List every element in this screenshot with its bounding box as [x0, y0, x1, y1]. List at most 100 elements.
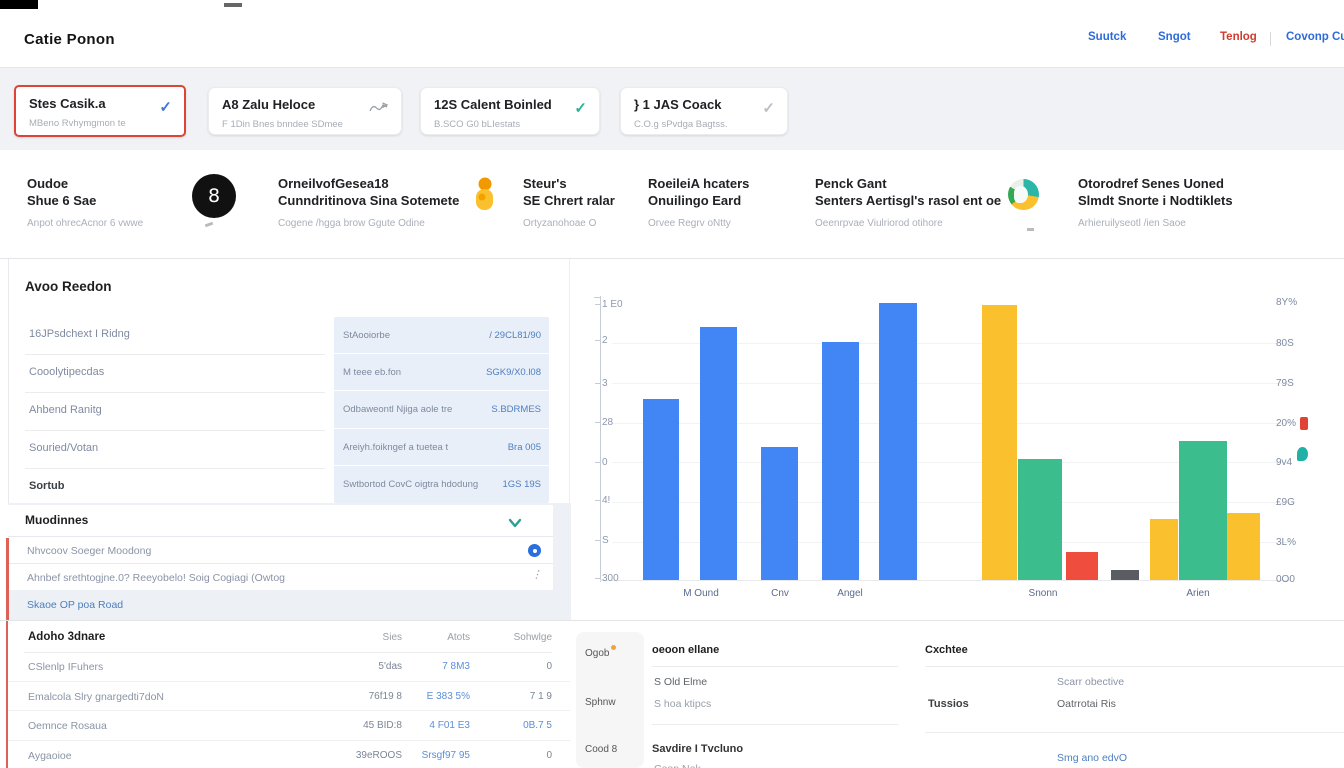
nav-item-1[interactable]: Suutck	[1088, 31, 1126, 43]
rail-label-3[interactable]: Cood 8	[585, 744, 617, 755]
kv-row: StAooiorbe/ 29CL81/90	[334, 317, 549, 354]
stat-card-2[interactable]: A8 Zalu HeloceF 1Din Bnes bnndee SDmee	[208, 87, 402, 135]
features-row: OudoeShue 6 SaeAnpot ohrecAcnor 6 vwweOr…	[0, 150, 1344, 258]
y-tick-mark	[595, 578, 600, 579]
y-axis-arrow	[594, 297, 601, 298]
right-axis-label: 0O0	[1276, 574, 1295, 585]
panel-action-row[interactable]: Ahnbef srethtogjne.0? Reeyobelo! Soig Co…	[8, 563, 553, 590]
right-row-2-label: Tussios	[928, 698, 969, 710]
mid-footer-sub: Ceon Nek	[654, 763, 701, 768]
bottom-mid-rail: Ogob Sphnw Cood 8	[576, 632, 644, 768]
bar-7[interactable]	[1018, 459, 1062, 580]
mid-row-1[interactable]: S Old Elme	[654, 676, 707, 688]
table-row[interactable]: Oemnce Rosaua45 BID:84 F01 E30B.7 5	[8, 711, 570, 741]
row-name: Aygaoioe	[28, 750, 72, 762]
footer-link-row[interactable]: Skaoe OP poa Road	[8, 591, 553, 620]
bar-9[interactable]	[1111, 570, 1139, 580]
row-atots: 4 F01 E3	[408, 720, 470, 731]
squiggle-icon	[369, 101, 389, 120]
mid-row-2[interactable]: S hoa ktipcs	[654, 698, 711, 710]
bar-3[interactable]	[761, 447, 798, 580]
col-sies[interactable]: Sies	[338, 632, 402, 643]
stat-card-4[interactable]: } 1 JAS CoackC.O.g sPvdga Bagtss.✓	[620, 87, 788, 135]
kv-value: 1GS 19S	[502, 479, 541, 490]
bar-1[interactable]	[643, 399, 679, 580]
row-atots: E 383 5%	[408, 691, 470, 702]
row-name: CSlenlp IFuhers	[28, 661, 103, 673]
kv-label: M teee eb.fon	[343, 367, 401, 378]
black-circle-8-icon: 8	[192, 174, 236, 218]
stat-card-subtitle: B.SCO G0 bLIestats	[434, 119, 520, 130]
kebab-icon[interactable]: ⋮	[530, 567, 544, 583]
stat-card-title: 12S Calent Boinled	[434, 97, 552, 112]
stat-card-title: Stes Casik.a	[29, 96, 106, 111]
y-tick-mark	[595, 500, 600, 501]
table-rows: CSlenlp IFuhers5'das7 8M30Emalcola Slry …	[8, 652, 570, 768]
right-axis-label: 79S	[1276, 378, 1294, 389]
table-row[interactable]: CSlenlp IFuhers5'das7 8M30	[8, 652, 570, 682]
stat-card-1[interactable]: Stes Casik.aMBeno Rvhymgmon te✓	[14, 85, 186, 137]
bar-8[interactable]	[1066, 552, 1098, 580]
y-tick-label: 2	[602, 335, 608, 346]
bar-11[interactable]	[1179, 441, 1227, 580]
kv-value: SGK9/X0.l08	[486, 367, 541, 378]
table-row[interactable]: Emalcola Slry gnargedti7doN76f19 8E 383 …	[8, 682, 570, 712]
mid-footer-title[interactable]: Savdire I Tvcluno	[652, 743, 743, 755]
mid-sep-2	[652, 724, 898, 725]
panel-list-item[interactable]: Sortub	[29, 480, 64, 492]
bottom-mid-main: oeoon ellane S Old Elme S hoa ktipcs Sav…	[652, 632, 902, 768]
bar-5[interactable]	[879, 303, 917, 580]
panel-rows: Nhvcoov Soeger Moodong Ahnbef srethtogjne…	[8, 536, 553, 590]
right-header: Cxchtee	[925, 644, 968, 656]
y-tick-mark	[595, 340, 600, 341]
stat-card-3[interactable]: 12S Calent Boinled B.SCO G0 bLIestats ✓	[420, 87, 600, 135]
panel-list-item[interactable]: Ahbend Ranitg	[29, 404, 102, 416]
y-tick-label: 300	[602, 573, 619, 584]
panel-list-item[interactable]: Cooolytipecdas	[29, 366, 104, 378]
y-tick-mark	[595, 383, 600, 384]
table-row[interactable]: Aygaoioe 39eROOS Srsgf97 95 0	[8, 741, 570, 768]
right-link[interactable]: Smg ano edvO	[1057, 752, 1127, 764]
panel-row-label: Nhvcoov Soeger Moodong	[27, 545, 151, 557]
right-axis-label: 8Y%	[1276, 297, 1297, 308]
kv-label: Swtbortod CovC oigtra hdodung	[343, 479, 478, 490]
chevron-down-icon[interactable]	[508, 516, 522, 530]
bar-6[interactable]	[982, 305, 1017, 580]
panel-action-row[interactable]: Nhvcoov Soeger Moodong	[8, 536, 553, 563]
footer-link[interactable]: Skaoe OP poa Road	[27, 599, 123, 611]
mid-sep-1	[652, 666, 898, 667]
list-sep	[25, 468, 325, 469]
gridline	[612, 423, 1290, 424]
panel-list-item[interactable]: 16JPsdchext I Ridng	[29, 328, 130, 340]
feature-item-6[interactable]: Otorodref Senes UonedSlmdt Snorte i Nodt…	[1078, 176, 1318, 229]
kv-label: StAooiorbe	[343, 330, 390, 341]
y-tick-mark	[595, 304, 600, 305]
bar-2[interactable]	[700, 327, 737, 580]
panel-list-item[interactable]: Souried/Votan	[29, 442, 98, 454]
row-sies: 39eROOS	[338, 750, 402, 761]
list-sep	[25, 430, 325, 431]
bar-10[interactable]	[1150, 519, 1178, 580]
bar-4[interactable]	[822, 342, 859, 580]
nav-item-3[interactable]: Tenlog	[1220, 31, 1257, 43]
list-sep	[25, 392, 325, 393]
nav-item-2[interactable]: Sngot	[1158, 31, 1191, 43]
check-icon: ✓	[159, 98, 172, 116]
bar-12[interactable]	[1227, 513, 1260, 580]
stat-cards: Stes Casik.aMBeno Rvhymgmon te✓ A8 Zalu H…	[0, 68, 1344, 150]
row-atots: Srsgf97 95	[408, 750, 470, 761]
blue-dot-icon[interactable]	[528, 544, 541, 557]
share-table: Adoho 3dnare Sies Atots Sohwlge CSlenlp …	[8, 621, 570, 768]
rail-label-1[interactable]: Ogob	[585, 648, 609, 659]
y-tick-mark	[595, 462, 600, 463]
y-tick-label: 4!	[602, 495, 610, 506]
section-row[interactable]: Muodinnes	[8, 505, 553, 536]
col-sohwlge[interactable]: Sohwlge	[486, 632, 552, 643]
row-sohwlge: 0	[486, 750, 552, 761]
right-axis-label: 20%	[1276, 418, 1296, 429]
col-atots[interactable]: Atots	[408, 632, 470, 643]
nav-item-4[interactable]: Covonp Cuon	[1286, 31, 1344, 43]
report-panel: Avoo Reedon 16JPsdchext I RidngCooolytip…	[8, 259, 570, 620]
check-icon: ✓	[574, 99, 587, 117]
rail-label-2[interactable]: Sphnw	[585, 697, 616, 708]
